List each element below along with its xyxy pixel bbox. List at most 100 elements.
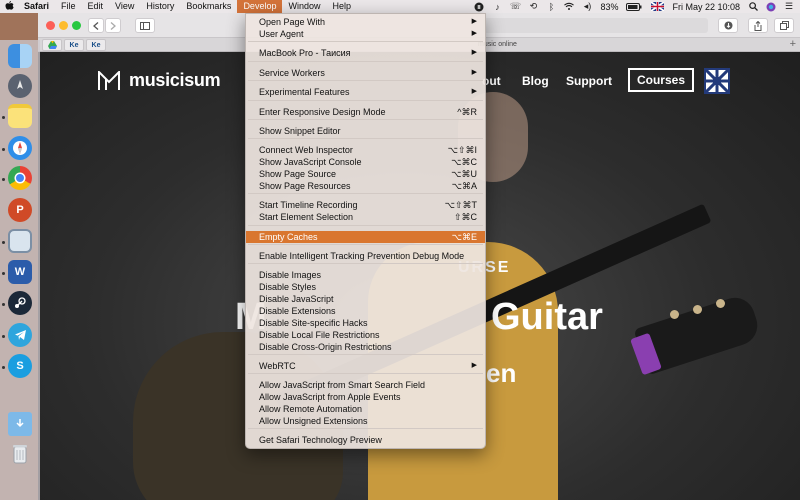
menu-separator bbox=[248, 373, 483, 374]
menu-window[interactable]: Window bbox=[282, 0, 326, 13]
notes-icon[interactable] bbox=[8, 104, 32, 128]
battery-icon[interactable] bbox=[626, 2, 642, 12]
menu-item-disable-cross-origin-restrictions[interactable]: Disable Cross-Origin Restrictions bbox=[246, 341, 485, 353]
menu-item-disable-styles[interactable]: Disable Styles bbox=[246, 281, 485, 293]
list-icon[interactable]: ☰ bbox=[784, 1, 794, 12]
menu-safari[interactable]: Safari bbox=[18, 0, 55, 13]
menu-develop[interactable]: Develop bbox=[237, 0, 283, 13]
menu-item-open-page-with[interactable]: Open Page With ▶ bbox=[246, 16, 485, 28]
finder-icon[interactable] bbox=[8, 44, 32, 68]
menu-separator bbox=[248, 100, 483, 101]
safari-icon[interactable] bbox=[8, 136, 32, 160]
powerpoint-icon[interactable]: P bbox=[8, 198, 32, 222]
menu-item-show-snippet-editor[interactable]: Show Snippet Editor bbox=[246, 125, 485, 137]
menu-item-start-element-selection[interactable]: Start Element Selection ⇧⌘C bbox=[246, 211, 485, 223]
wifi-icon[interactable] bbox=[564, 2, 575, 12]
menu-view[interactable]: View bbox=[109, 0, 140, 13]
menu-item-label: Show Page Resources bbox=[259, 181, 351, 191]
menu-item-label: Get Safari Technology Preview bbox=[259, 435, 382, 445]
menu-item-macbook-pro-таисия[interactable]: MacBook Pro - Таисия ▶ bbox=[246, 47, 485, 59]
menu-item-disable-images[interactable]: Disable Images bbox=[246, 269, 485, 281]
hero-tagline: en bbox=[486, 358, 517, 388]
menu-item-label: Connect Web Inspector bbox=[259, 145, 353, 155]
nav-blog[interactable]: Blog bbox=[522, 74, 549, 88]
sidebar-toggle-button[interactable] bbox=[135, 18, 155, 33]
tab-ke-1[interactable]: Ke bbox=[64, 39, 84, 51]
menu-item-label: Disable Site-specific Hacks bbox=[259, 318, 368, 328]
menu-item-disable-local-file-restrictions[interactable]: Disable Local File Restrictions bbox=[246, 329, 485, 341]
show-tabs-button[interactable] bbox=[774, 18, 794, 33]
menu-item-allow-javascript-from-smart-search-field[interactable]: Allow JavaScript from Smart Search Field bbox=[246, 379, 485, 391]
address-bar[interactable] bbox=[483, 18, 708, 33]
tab-drive[interactable] bbox=[42, 39, 62, 51]
menu-item-webrtc[interactable]: WebRTC ▶ bbox=[246, 360, 485, 372]
menu-item-show-page-source[interactable]: Show Page Source ⌥⌘U bbox=[246, 168, 485, 180]
menu-file[interactable]: File bbox=[55, 0, 82, 13]
menu-item-experimental-features[interactable]: Experimental Features ▶ bbox=[246, 86, 485, 98]
menu-item-connect-web-inspector[interactable]: Connect Web Inspector ⌥⇧⌘I bbox=[246, 144, 485, 156]
preview-icon[interactable] bbox=[8, 229, 32, 253]
menu-item-allow-javascript-from-apple-events[interactable]: Allow JavaScript from Apple Events bbox=[246, 391, 485, 403]
menu-bookmarks[interactable]: Bookmarks bbox=[180, 0, 237, 13]
close-window-button[interactable] bbox=[46, 21, 55, 30]
menu-edit[interactable]: Edit bbox=[82, 0, 110, 13]
menu-item-disable-javascript[interactable]: Disable JavaScript bbox=[246, 293, 485, 305]
running-indicator bbox=[2, 335, 5, 338]
zoom-window-button[interactable] bbox=[72, 21, 81, 30]
menu-history[interactable]: History bbox=[140, 0, 180, 13]
telegram-icon[interactable] bbox=[8, 323, 32, 347]
bluetooth-icon[interactable]: ᛒ bbox=[546, 2, 556, 12]
dropbox-icon[interactable] bbox=[474, 2, 484, 12]
menu-separator bbox=[248, 80, 483, 81]
datetime[interactable]: Fri May 22 10:08 bbox=[672, 2, 740, 12]
share-button[interactable] bbox=[748, 18, 768, 33]
menu-item-enter-responsive-design-mode[interactable]: Enter Responsive Design Mode ^⌘R bbox=[246, 106, 485, 118]
minimize-window-button[interactable] bbox=[59, 21, 68, 30]
nav-support[interactable]: Support bbox=[566, 74, 612, 88]
chrome-icon[interactable] bbox=[8, 166, 32, 190]
menu-item-disable-extensions[interactable]: Disable Extensions bbox=[246, 305, 485, 317]
forward-button[interactable] bbox=[105, 18, 121, 33]
menu-item-shortcut: ⌥⌘E bbox=[451, 232, 477, 242]
menu-item-get-safari-technology-preview[interactable]: Get Safari Technology Preview bbox=[246, 434, 485, 446]
music-icon[interactable]: ♪ bbox=[492, 2, 502, 12]
menu-item-shortcut: ⇧⌘C bbox=[453, 212, 477, 222]
apple-menu-icon[interactable] bbox=[0, 0, 18, 13]
skype-icon[interactable]: S bbox=[8, 354, 32, 378]
time-machine-icon[interactable]: ⟲ bbox=[528, 1, 538, 12]
menu-item-allow-remote-automation[interactable]: Allow Remote Automation bbox=[246, 403, 485, 415]
menu-item-label: Allow JavaScript from Apple Events bbox=[259, 392, 401, 402]
tab-ke-2[interactable]: Ke bbox=[86, 39, 106, 51]
running-indicator bbox=[2, 272, 5, 275]
back-button[interactable] bbox=[88, 18, 104, 33]
launchpad-icon[interactable] bbox=[8, 74, 32, 98]
menu-item-user-agent[interactable]: User Agent ▶ bbox=[246, 28, 485, 40]
menu-item-show-javascript-console[interactable]: Show JavaScript Console ⌥⌘C bbox=[246, 156, 485, 168]
downloads-button[interactable] bbox=[718, 18, 738, 33]
menu-item-service-workers[interactable]: Service Workers ▶ bbox=[246, 67, 485, 79]
phone-icon[interactable]: ☏ bbox=[510, 1, 521, 12]
menu-item-label: Open Page With bbox=[259, 17, 326, 27]
menu-item-show-page-resources[interactable]: Show Page Resources ⌥⌘A bbox=[246, 180, 485, 192]
steam-icon[interactable] bbox=[8, 291, 32, 315]
word-icon[interactable]: W bbox=[8, 260, 32, 284]
menu-item-empty-caches[interactable]: Empty Caches ⌥⌘E bbox=[246, 231, 485, 243]
courses-button[interactable]: Courses bbox=[628, 68, 694, 92]
menu-item-shortcut: ⌥⌘C bbox=[451, 157, 477, 167]
language-flag-icon[interactable] bbox=[704, 68, 730, 94]
search-icon[interactable] bbox=[748, 2, 758, 12]
menu-help[interactable]: Help bbox=[326, 0, 357, 13]
downloads-folder-icon[interactable] bbox=[8, 412, 32, 436]
new-tab-button[interactable]: + bbox=[790, 38, 796, 50]
menu-item-start-timeline-recording[interactable]: Start Timeline Recording ⌥⇧⌘T bbox=[246, 199, 485, 211]
menu-item-enable-intelligent-tracking-prevention-debug-mode[interactable]: Enable Intelligent Tracking Prevention D… bbox=[246, 250, 485, 262]
siri-icon[interactable] bbox=[766, 2, 776, 12]
menu-item-label: Experimental Features bbox=[259, 87, 350, 97]
running-indicator bbox=[2, 116, 5, 119]
flag-uk-icon[interactable] bbox=[650, 2, 664, 12]
trash-icon[interactable] bbox=[8, 442, 32, 466]
site-logo[interactable]: musicisum bbox=[98, 70, 221, 91]
volume-icon[interactable]: ◂) bbox=[582, 1, 592, 12]
menu-item-disable-site-specific-hacks[interactable]: Disable Site-specific Hacks bbox=[246, 317, 485, 329]
menu-item-allow-unsigned-extensions[interactable]: Allow Unsigned Extensions bbox=[246, 415, 485, 427]
